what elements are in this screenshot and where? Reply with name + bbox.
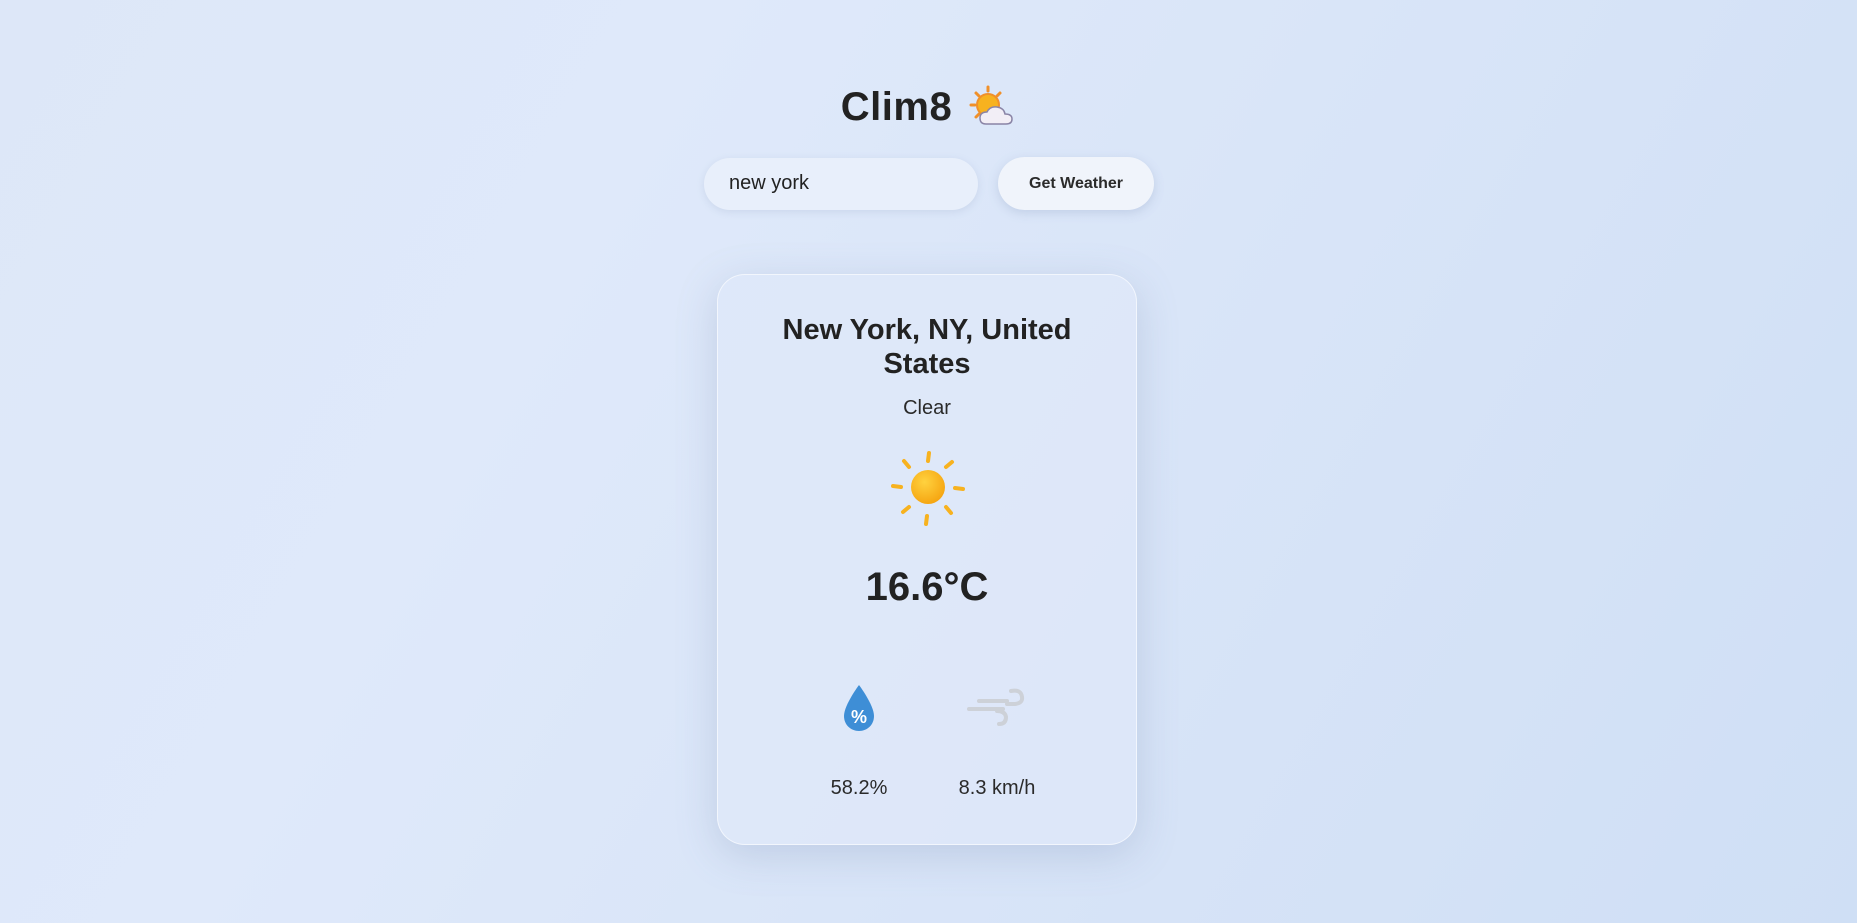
temperature-value: 16.6°C xyxy=(865,565,989,609)
weather-condition: Clear xyxy=(903,397,951,419)
wind-stat: 8.3 km/h xyxy=(942,683,1052,800)
humidity-value: 58.2% xyxy=(830,777,888,799)
city-search-input[interactable] xyxy=(704,157,978,210)
sun-icon xyxy=(888,449,968,529)
humidity-drop-icon: % xyxy=(844,685,874,731)
wind-speed-value: 8.3 km/h xyxy=(958,777,1036,799)
app-header: Clim8 xyxy=(0,84,1857,130)
wind-icon xyxy=(967,688,1025,726)
humidity-stat: % 58.2% xyxy=(804,683,914,800)
svg-text:%: % xyxy=(851,707,867,727)
search-row: Get Weather xyxy=(704,157,1154,210)
location-name: New York, NY, United States xyxy=(782,314,1072,380)
sun-behind-cloud-icon xyxy=(968,84,1016,130)
app-title: Clim8 xyxy=(840,84,953,129)
get-weather-button[interactable]: Get Weather xyxy=(998,157,1154,210)
weather-card: New York, NY, United States Clear 16.6°C… xyxy=(717,274,1137,845)
